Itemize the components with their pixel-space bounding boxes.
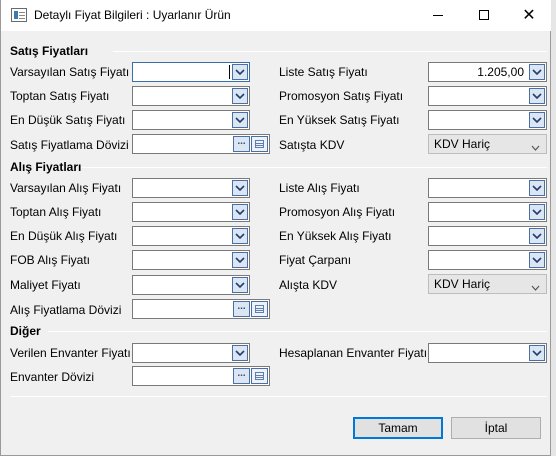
promo-sale-price-field[interactable]	[428, 86, 547, 106]
lowest-sale-price-label: En Düşük Satış Fiyatı	[10, 113, 126, 127]
cost-price-label: Maliyet Fiyatı	[10, 278, 81, 292]
list-purchase-price-label: Liste Alış Fiyatı	[279, 181, 360, 195]
sale-vat-value: KDV Hariç	[434, 137, 491, 151]
promo-sale-price-label: Promosyon Satış Fiyatı	[279, 89, 404, 103]
lowest-purchase-price-field[interactable]	[132, 226, 250, 246]
app-icon	[11, 8, 27, 22]
title-bar: Detaylı Fiyat Bilgileri : Uyarlanır Ürün…	[1, 0, 552, 31]
sale-vat-label: Satışta KDV	[279, 138, 345, 152]
calculated-inventory-price-field[interactable]	[428, 343, 547, 363]
promo-purchase-price-field[interactable]	[428, 202, 547, 222]
default-purchase-price-field[interactable]	[132, 178, 250, 198]
minimize-icon	[433, 14, 443, 16]
dropdown-arrow-icon[interactable]	[232, 252, 248, 268]
list-sale-price-field[interactable]: 1.205,00	[428, 62, 547, 82]
dropdown-arrow-icon[interactable]	[529, 64, 545, 80]
chevron-down-icon	[531, 280, 540, 294]
dropdown-arrow-icon[interactable]	[232, 277, 248, 293]
other-section-title: Diğer	[10, 324, 41, 338]
list-sale-price-value: 1.205,00	[477, 65, 524, 79]
cancel-button[interactable]: İptal	[451, 417, 541, 439]
text-cursor	[229, 65, 230, 79]
wholesale-sale-price-field[interactable]	[132, 86, 250, 106]
purchase-currency-label: Alış Fiyatlama Dövizi	[10, 303, 122, 317]
purchase-currency-field[interactable]: ...	[132, 299, 270, 319]
lookup-button[interactable]: ...	[233, 368, 250, 384]
sale-currency-field[interactable]: ...	[132, 134, 270, 154]
fob-purchase-price-field[interactable]	[132, 250, 250, 270]
lookup-button[interactable]: ...	[233, 136, 250, 152]
sales-section-title: Satış Fiyatları	[10, 44, 89, 58]
promo-purchase-price-label: Promosyon Alış Fiyatı	[279, 205, 396, 219]
highest-purchase-price-field[interactable]	[428, 226, 547, 246]
dropdown-arrow-icon[interactable]	[529, 204, 545, 220]
ok-button[interactable]: Tamam	[353, 417, 443, 439]
default-sale-price-label: Varsayılan Satış Fiyatı	[10, 65, 130, 79]
background-window-edge	[551, 0, 556, 456]
dropdown-arrow-icon[interactable]	[232, 88, 248, 104]
lookup-button[interactable]: ...	[233, 301, 250, 317]
purchase-vat-value: KDV Hariç	[434, 277, 491, 291]
sales-section-divider	[113, 51, 547, 52]
dropdown-arrow-icon[interactable]	[529, 180, 545, 196]
wholesale-sale-price-label: Toptan Satış Fiyatı	[10, 89, 110, 103]
fob-purchase-price-label: FOB Alış Fiyatı	[10, 253, 91, 267]
cost-price-field[interactable]	[132, 275, 250, 295]
dropdown-arrow-icon[interactable]	[232, 64, 248, 80]
lowest-purchase-price-label: En Düşük Alış Fiyatı	[10, 229, 118, 243]
list-sale-price-label: Liste Satış Fiyatı	[279, 65, 368, 79]
highest-purchase-price-label: En Yüksek Alış Fiyatı	[279, 229, 392, 243]
dropdown-arrow-icon[interactable]	[232, 228, 248, 244]
list-purchase-price-field[interactable]	[428, 178, 547, 198]
price-multiplier-label: Fiyat Çarpanı	[279, 253, 352, 267]
dropdown-arrow-icon[interactable]	[232, 204, 248, 220]
given-inventory-price-field[interactable]	[132, 343, 250, 363]
dropdown-arrow-icon[interactable]	[529, 88, 545, 104]
wholesale-purchase-price-label: Toptan Alış Fiyatı	[10, 205, 102, 219]
dropdown-arrow-icon[interactable]	[529, 345, 545, 361]
default-sale-price-field[interactable]	[132, 62, 250, 82]
highest-sale-price-field[interactable]	[428, 110, 547, 130]
table-icon[interactable]	[251, 136, 268, 152]
default-purchase-price-label: Varsayılan Alış Fiyatı	[10, 181, 122, 195]
sale-vat-select[interactable]: KDV Hariç	[428, 134, 547, 154]
dropdown-arrow-icon[interactable]	[232, 112, 248, 128]
maximize-icon	[479, 10, 489, 20]
dropdown-arrow-icon[interactable]	[232, 180, 248, 196]
dropdown-arrow-icon[interactable]	[529, 252, 545, 268]
purchase-vat-label: Alışta KDV	[279, 278, 338, 292]
purchase-section-title: Alış Fiyatları	[10, 160, 82, 174]
purchase-vat-select[interactable]: KDV Hariç	[428, 274, 547, 294]
table-icon[interactable]	[251, 301, 268, 317]
highest-sale-price-label: En Yüksek Satış Fiyatı	[279, 113, 400, 127]
dropdown-arrow-icon[interactable]	[529, 228, 545, 244]
dropdown-arrow-icon[interactable]	[529, 112, 545, 128]
minimize-button[interactable]	[415, 0, 461, 30]
chevron-down-icon	[531, 140, 540, 154]
table-icon[interactable]	[251, 368, 268, 384]
inventory-currency-field[interactable]: ...	[132, 366, 270, 386]
lowest-sale-price-field[interactable]	[132, 110, 250, 130]
calculated-inventory-price-label: Hesaplanan Envanter Fiyatı	[279, 346, 428, 360]
footer-divider	[10, 396, 547, 397]
wholesale-purchase-price-field[interactable]	[132, 202, 250, 222]
window-title: Detaylı Fiyat Bilgileri : Uyarlanır Ürün	[34, 8, 231, 22]
maximize-button[interactable]	[461, 0, 507, 30]
price-multiplier-field[interactable]	[428, 250, 547, 270]
dialog-window: Detaylı Fiyat Bilgileri : Uyarlanır Ürün…	[0, 0, 552, 456]
dropdown-arrow-icon[interactable]	[232, 345, 248, 361]
inventory-currency-label: Envanter Dövizi	[10, 370, 95, 384]
other-section-divider	[48, 331, 547, 332]
close-icon: ✕	[522, 5, 536, 24]
close-button[interactable]: ✕	[506, 0, 552, 30]
given-inventory-price-label: Verilen Envanter Fiyatı	[10, 346, 131, 360]
purchase-section-divider	[81, 167, 547, 168]
sale-currency-label: Satış Fiyatlama Dövizi	[10, 138, 129, 152]
